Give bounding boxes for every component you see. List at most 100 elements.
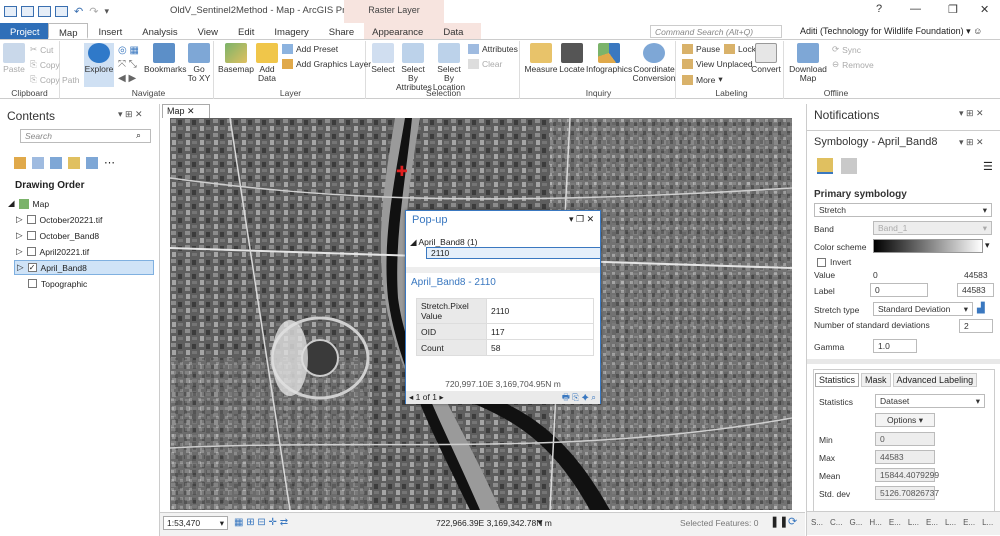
tab-data[interactable]: Data: [433, 23, 482, 39]
attributes-button[interactable]: Attributes: [468, 44, 518, 54]
close-map-tab-icon[interactable]: ✕: [187, 106, 195, 116]
fixed-zoom-icon[interactable]: ⤧ ⤡: [118, 59, 137, 70]
next-feature-icon[interactable]: ▸: [439, 392, 443, 402]
select-button[interactable]: Select: [370, 43, 396, 74]
popup-window-controls-icon[interactable]: ▾ ❐ ✕: [569, 214, 594, 225]
basemap-button[interactable]: Basemap: [218, 43, 254, 74]
add-data-button[interactable]: Add Data: [256, 43, 278, 83]
symbology-options-icon[interactable]: ▾ ⊞ ✕: [959, 137, 984, 148]
label-max-input[interactable]: 44583: [957, 283, 994, 297]
layer-item[interactable]: Topographic: [14, 276, 154, 291]
new-project-icon[interactable]: [4, 5, 17, 17]
locate-button[interactable]: Locate: [558, 43, 586, 74]
pane-tab[interactable]: L...: [982, 518, 993, 529]
popup-feature-item[interactable]: 2110: [426, 247, 601, 259]
histogram-icon[interactable]: ▟: [977, 303, 985, 314]
help-icon[interactable]: ?: [876, 3, 882, 15]
infographics-button[interactable]: Infographics: [586, 43, 632, 74]
tab-statistics[interactable]: Statistics: [815, 373, 860, 387]
search-icon[interactable]: ⌕: [136, 130, 141, 141]
remove-button[interactable]: ⊖ Remove: [832, 59, 874, 70]
expand-icon[interactable]: ▷: [16, 246, 23, 257]
tab-appearance[interactable]: Appearance: [364, 23, 434, 39]
list-by-drawing-order-icon[interactable]: [14, 156, 26, 169]
save-icon[interactable]: [38, 5, 51, 17]
command-search-input[interactable]: Command Search (Alt+Q): [650, 25, 782, 38]
list-by-source-icon[interactable]: [32, 156, 44, 169]
minimize-icon[interactable]: —: [910, 3, 921, 15]
cut-button[interactable]: ✂ Cut: [30, 44, 53, 55]
layer-item[interactable]: ▷ October20221.tif: [14, 212, 154, 227]
previous-extent-icon[interactable]: ◀ ▶: [118, 73, 136, 84]
layer-item[interactable]: ▷ October_Band8: [14, 228, 154, 243]
pane-tab[interactable]: L...: [945, 518, 956, 529]
redo-icon[interactable]: ↷: [89, 5, 98, 18]
add-preset-button[interactable]: Add Preset: [282, 44, 338, 54]
previous-feature-icon[interactable]: ◂: [409, 392, 413, 402]
contents-options-icon[interactable]: ▾ ⊞ ✕: [118, 109, 143, 120]
tab-map[interactable]: Map: [48, 23, 89, 39]
refresh-icon[interactable]: ⟳: [788, 515, 797, 528]
color-scheme-dropdown-icon[interactable]: ▾: [985, 240, 990, 251]
collapse-icon[interactable]: ◢: [8, 198, 15, 209]
layer-visibility-checkbox[interactable]: [26, 215, 36, 224]
list-by-editing-icon[interactable]: [68, 156, 80, 169]
coordinate-system-dropdown-icon[interactable]: ▾: [538, 517, 543, 528]
popup-splitter[interactable]: [406, 267, 600, 273]
list-by-selection-icon[interactable]: [50, 156, 62, 169]
add-graphics-layer-button[interactable]: Add Graphics Layer: [282, 59, 371, 69]
pane-tab[interactable]: G...: [849, 518, 862, 529]
tab-insert[interactable]: Insert: [88, 23, 132, 39]
tab-view[interactable]: View: [188, 23, 228, 39]
stretch-type-dropdown[interactable]: Standard Deviation ▾: [873, 302, 973, 316]
close-window-icon[interactable]: ✕: [980, 3, 989, 16]
open-project-icon[interactable]: [21, 5, 34, 17]
popup-actions-icon[interactable]: 🖶 ⎘ ✦ ⌕: [562, 392, 596, 406]
collapse-icon[interactable]: ◢: [410, 237, 417, 247]
select-by-location-button[interactable]: Select By Location: [432, 43, 466, 92]
menu-icon[interactable]: ☰: [983, 160, 993, 173]
user-account[interactable]: Aditi (Technology for Wildlife Foundatio…: [800, 26, 982, 37]
list-by-snapping-icon[interactable]: [86, 156, 98, 169]
measure-button[interactable]: Measure: [524, 43, 558, 74]
paste-button[interactable]: Paste: [3, 43, 25, 74]
tab-edit[interactable]: Edit: [228, 23, 264, 39]
print-icon[interactable]: [55, 5, 68, 17]
expand-icon[interactable]: ▷: [16, 214, 23, 225]
expand-icon[interactable]: ▷: [16, 230, 23, 241]
pane-tab[interactable]: H...: [869, 518, 881, 529]
pane-tab[interactable]: L...: [908, 518, 919, 529]
select-by-attributes-button[interactable]: Select By Attributes: [396, 43, 432, 92]
coordinate-conversion-button[interactable]: Coordinate Conversion: [632, 43, 676, 83]
layer-item[interactable]: ▷ April20221.tif: [14, 244, 154, 259]
copy-path-button[interactable]: ⎘ Copy Path: [30, 74, 80, 85]
tab-share[interactable]: Share: [319, 23, 364, 39]
map-view-tab[interactable]: Map ✕: [162, 104, 210, 118]
contents-search-input[interactable]: Search: [20, 129, 151, 143]
invert-check-box[interactable]: [817, 257, 826, 267]
undo-icon[interactable]: ↶: [74, 5, 83, 18]
full-extent-icon[interactable]: ◎ ▦: [118, 45, 139, 56]
statistics-dropdown[interactable]: Dataset ▾: [875, 394, 985, 408]
color-scheme-ramp[interactable]: [873, 239, 983, 253]
tab-analysis[interactable]: Analysis: [132, 23, 187, 39]
download-map-button[interactable]: Download Map: [788, 43, 828, 83]
notifications-options-icon[interactable]: ▾ ⊞ ✕: [959, 108, 984, 119]
tab-imagery[interactable]: Imagery: [264, 23, 318, 39]
explore-button[interactable]: Explore: [84, 43, 114, 87]
pane-tab[interactable]: E...: [963, 518, 975, 529]
expand-icon[interactable]: ▷: [17, 262, 24, 273]
pane-tab[interactable]: C...: [830, 518, 842, 529]
bookmarks-button[interactable]: Bookmarks: [144, 43, 187, 74]
primary-symbology-icon[interactable]: [817, 158, 833, 174]
layer-item-selected[interactable]: ▷ ✓ April_Band8: [14, 260, 154, 275]
map-view-tools-icon[interactable]: ▦ ⊞ ⊟ ✛ ⇄: [234, 517, 288, 528]
layer-visibility-checkbox[interactable]: [26, 247, 36, 256]
tab-mask[interactable]: Mask: [861, 373, 891, 387]
pane-tab[interactable]: E...: [926, 518, 938, 529]
clear-selection-button[interactable]: Clear: [468, 59, 502, 69]
tab-project[interactable]: Project: [0, 23, 48, 39]
map-scale-field[interactable]: 1:53,470 ▾: [163, 516, 228, 530]
label-min-input[interactable]: 0: [870, 283, 928, 297]
renderer-dropdown[interactable]: Stretch ▾: [814, 203, 992, 217]
